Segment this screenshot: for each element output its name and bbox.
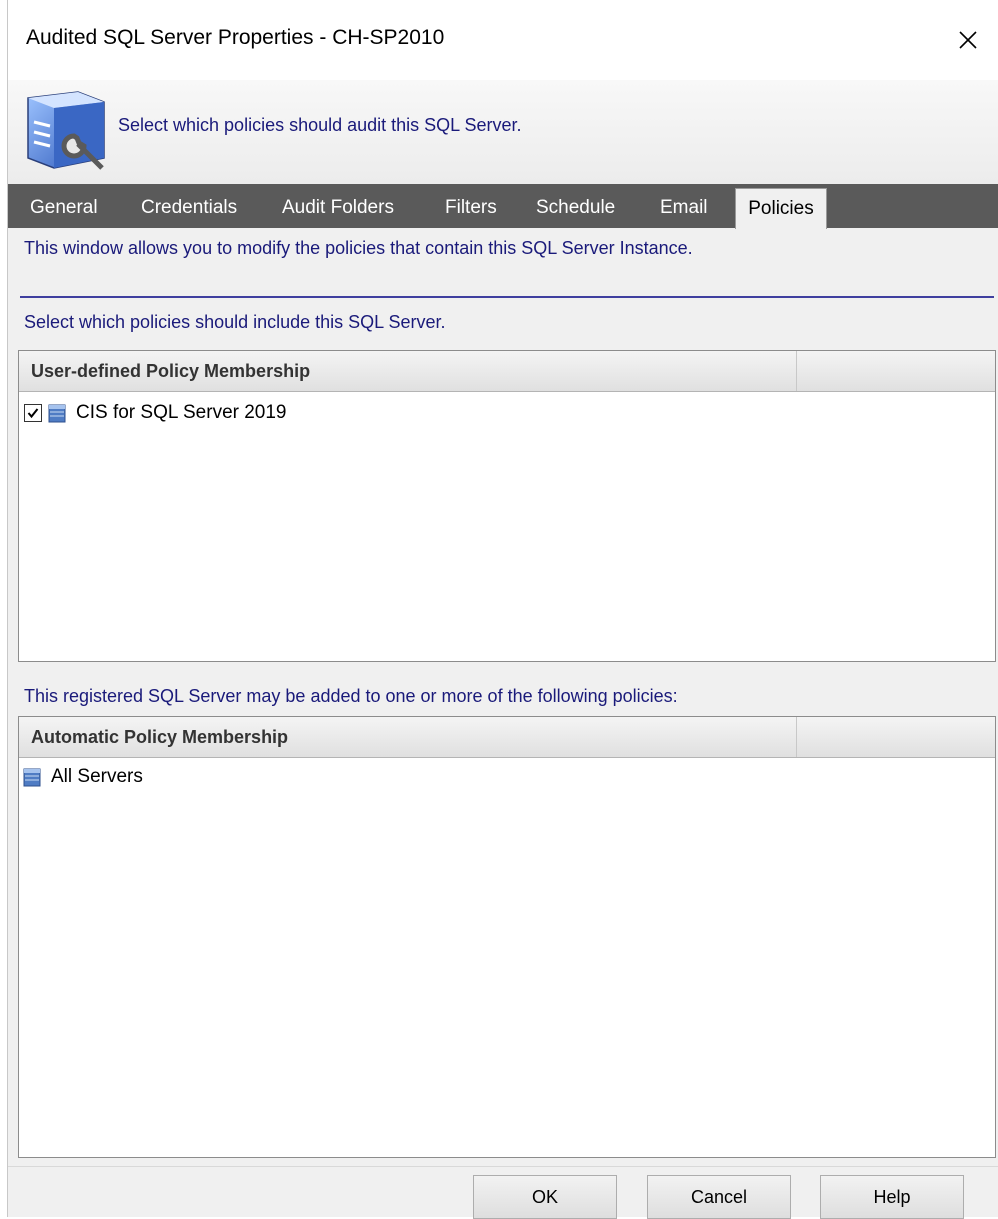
tab-email[interactable]: Email [660,184,708,228]
tab-filters[interactable]: Filters [445,184,497,228]
close-icon [959,31,977,49]
list-item[interactable]: CIS for SQL Server 2019 [19,397,287,429]
list-header: User-defined Policy Membership [19,351,995,392]
cancel-button[interactable]: Cancel [647,1175,791,1219]
policy-checkbox[interactable] [24,404,42,422]
tab-policies[interactable]: Policies [735,188,827,229]
close-button[interactable] [938,0,998,80]
footer-divider [8,1166,998,1167]
tab-schedule[interactable]: Schedule [536,184,615,228]
column-header-extra[interactable] [797,717,995,757]
section-divider [20,296,994,298]
column-header-user-defined[interactable]: User-defined Policy Membership [19,351,797,391]
policies-info-text: This window allows you to modify the pol… [24,238,693,258]
window-title: Audited SQL Server Properties - CH-SP201… [26,26,445,49]
database-icon [48,404,66,423]
banner-instruction: Select which policies should audit this … [118,115,522,135]
policy-label: CIS for SQL Server 2019 [76,402,287,423]
list-item[interactable]: All Servers [19,761,143,793]
server-wrench-icon [27,91,105,170]
database-icon [23,768,41,787]
help-button[interactable]: Help [820,1175,964,1219]
list-header: Automatic Policy Membership [19,717,995,758]
ok-button[interactable]: OK [473,1175,617,1219]
policy-label: All Servers [51,766,143,787]
automatic-policies-prompt: This registered SQL Server may be added … [24,686,678,706]
title-bar: Audited SQL Server Properties - CH-SP201… [8,0,998,80]
checkmark-icon [27,408,39,419]
tab-audit-folders[interactable]: Audit Folders [282,184,394,228]
dialog-window: Audited SQL Server Properties - CH-SP201… [8,0,998,1219]
header-banner: Select which policies should audit this … [8,80,998,185]
tab-general[interactable]: General [30,184,98,228]
column-header-automatic[interactable]: Automatic Policy Membership [19,717,797,757]
user-defined-policy-list[interactable]: User-defined Policy Membership CIS for S… [18,350,996,662]
automatic-policy-list[interactable]: Automatic Policy Membership All Servers [18,716,996,1158]
tab-strip: General Credentials Audit Folders Filter… [8,184,998,229]
column-header-extra[interactable] [797,351,995,391]
tab-credentials[interactable]: Credentials [141,184,237,228]
select-policies-prompt: Select which policies should include thi… [24,312,446,332]
